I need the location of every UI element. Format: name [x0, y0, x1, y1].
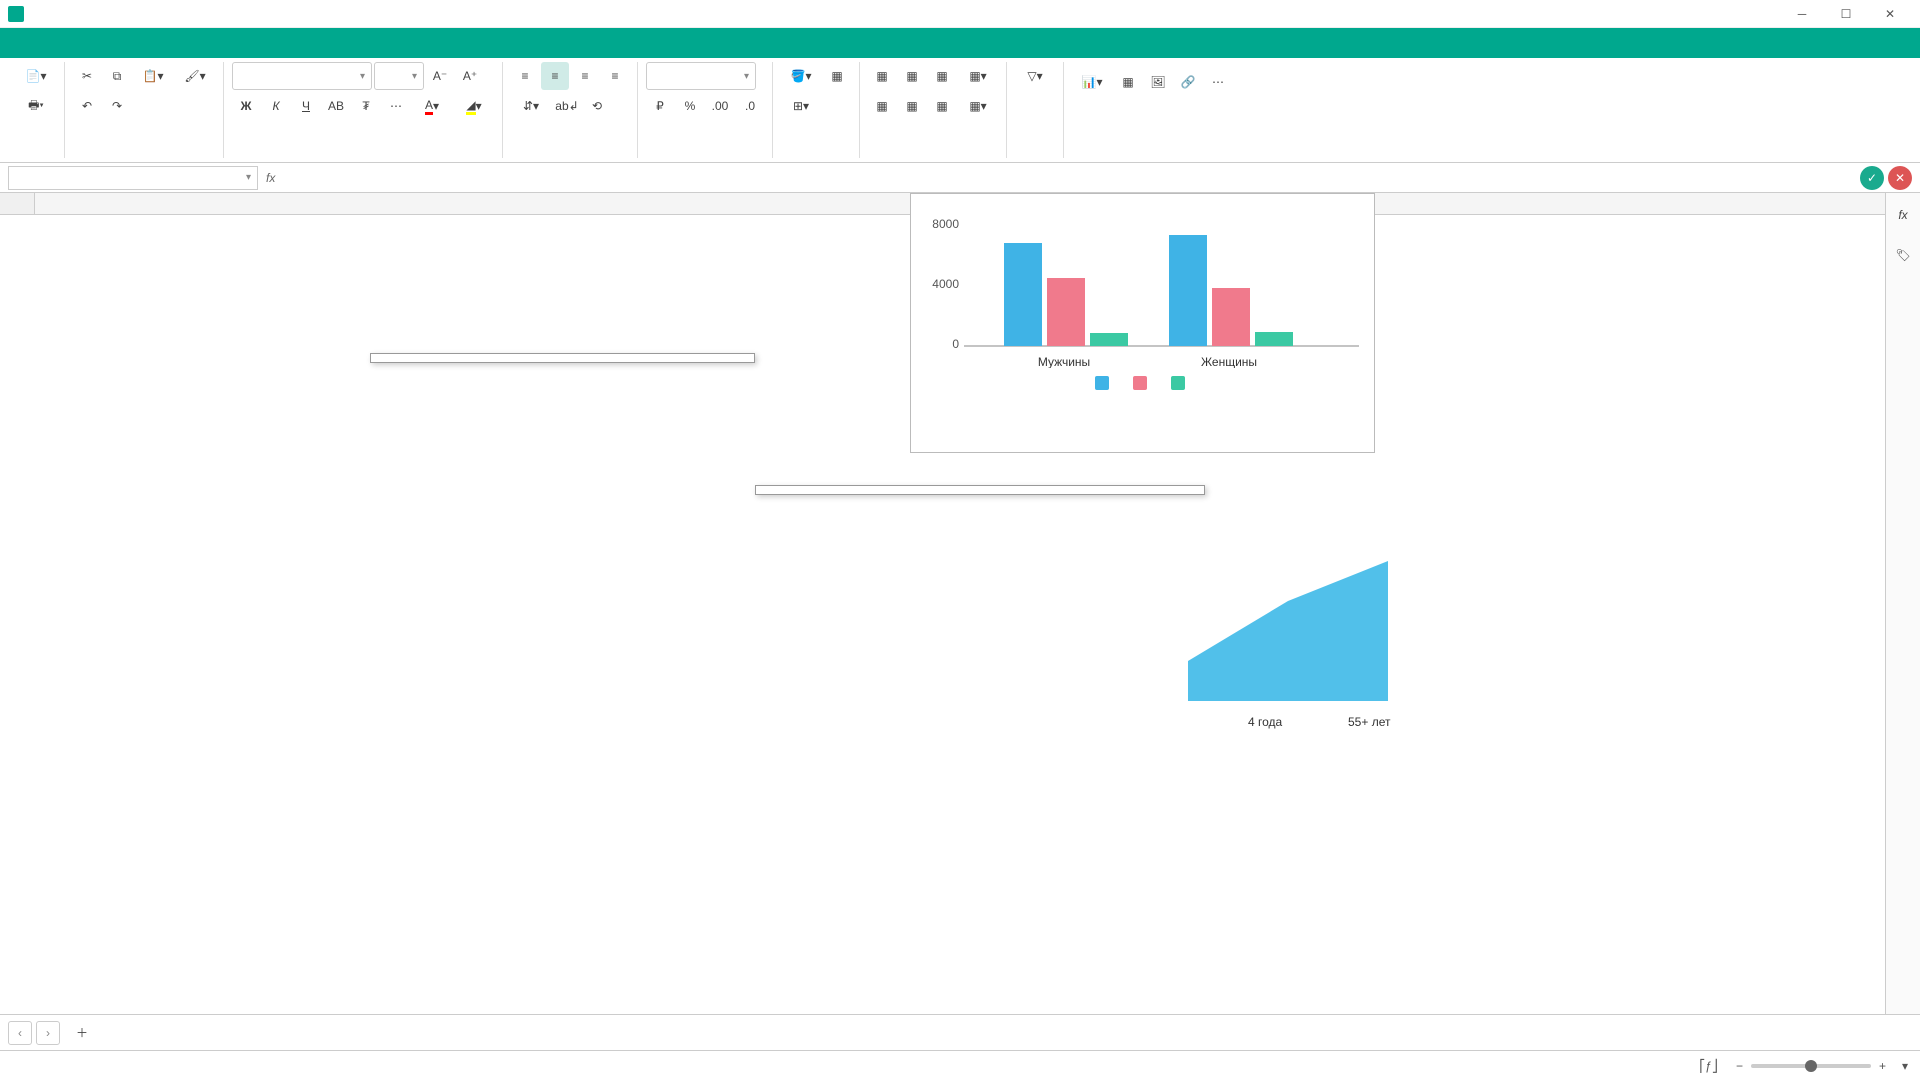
align-center-button[interactable]: ≡ [541, 62, 569, 90]
ungroup-button[interactable]: ▦ [928, 92, 956, 120]
app-icon [8, 6, 24, 22]
inc-decimal-button[interactable]: .00 [706, 92, 734, 120]
strikethrough-button[interactable]: АВ [322, 92, 350, 120]
pivot-button[interactable]: ▦ [1114, 62, 1142, 102]
spreadsheet-grid[interactable]: 8000 4000 0 Мужчины Женщины [0, 193, 1885, 1014]
add-sheet-button[interactable]: ＋ [68, 1019, 96, 1047]
status-bar: ⎡ƒ⎦ − + ▾ [0, 1050, 1920, 1080]
dec-decimal-button[interactable]: .0 [736, 92, 764, 120]
group-label-insert [1072, 156, 1232, 158]
rotate-text-button[interactable]: ⟲ [583, 92, 611, 120]
more-insert-button[interactable]: ⋯ [1204, 62, 1232, 102]
new-file-button[interactable]: 📄▾ [16, 62, 56, 90]
right-rail: fx 🏷 [1885, 193, 1920, 1014]
group-label-edit [73, 156, 215, 158]
rail-fx-icon[interactable]: fx [1889, 201, 1917, 229]
underline-button[interactable]: Ч [292, 92, 320, 120]
redo-button[interactable]: ↷ [103, 92, 131, 120]
font-more-button[interactable]: ⋯ [382, 92, 410, 120]
clipboard-submenu[interactable] [755, 485, 1205, 495]
format-painter-button[interactable]: 🖌▾ [175, 62, 215, 90]
borders-button[interactable]: ▦ [823, 62, 851, 90]
cut-button[interactable]: ✂ [73, 62, 101, 90]
more-font-button[interactable]: ₮ [352, 92, 380, 120]
filter-button[interactable]: ▽▾ [1015, 62, 1055, 90]
paste-button[interactable]: 📋▾ [133, 62, 173, 90]
more-table-button[interactable]: ▦▾ [958, 92, 998, 120]
ribbon: 📄▾ 🖶▾ ✂ ⧉ 📋▾ 🖌▾ ↶ ↷ [0, 58, 1920, 163]
maximize-button[interactable]: ☐ [1824, 0, 1868, 28]
zoom-out-button[interactable]: − [1736, 1059, 1743, 1073]
context-menu[interactable] [370, 353, 755, 363]
group-label-align [511, 156, 629, 158]
svg-text:55+ лет: 55+ лет [1348, 715, 1391, 729]
tab-next-button[interactable]: › [36, 1021, 60, 1045]
chart-button[interactable]: 📊▾ [1072, 62, 1112, 102]
align-right-button[interactable]: ≡ [571, 62, 599, 90]
link-button[interactable]: 🔗 [1174, 62, 1202, 102]
tab-prev-button[interactable]: ‹ [8, 1021, 32, 1045]
chart-smartphones[interactable]: 8000 4000 0 Мужчины Женщины [910, 193, 1375, 453]
wrap-text-button[interactable]: ab↲ [553, 92, 581, 120]
formula-bar: ▾ fx ✓ ✕ [0, 163, 1920, 193]
format-cells-button[interactable]: ▦ [928, 62, 956, 90]
font-color-button[interactable]: А▾ [412, 92, 452, 120]
bar-chart-svg: 8000 4000 0 Мужчины Женщины [919, 208, 1364, 368]
close-button[interactable]: ✕ [1868, 0, 1912, 28]
number-format-select[interactable]: ▾ [646, 62, 756, 90]
svg-text:0: 0 [952, 337, 959, 351]
percent-button[interactable]: % [676, 92, 704, 120]
group-label-font [232, 156, 494, 158]
freeze-button[interactable]: ▦ [868, 92, 896, 120]
font-family-select[interactable]: ▾ [232, 62, 372, 90]
valign-button[interactable]: ⇵▾ [511, 92, 551, 120]
titlebar: ─ ☐ ✕ [0, 0, 1920, 28]
zoom-slider[interactable] [1751, 1064, 1871, 1068]
table-button[interactable]: ▦▾ [958, 62, 998, 90]
italic-button[interactable]: К [262, 92, 290, 120]
merge-button[interactable]: ⊞▾ [781, 92, 821, 120]
align-justify-button[interactable]: ≡ [601, 62, 629, 90]
zoom-in-button[interactable]: + [1879, 1059, 1886, 1073]
svg-text:4000: 4000 [932, 277, 959, 291]
bold-button[interactable]: Ж [232, 92, 260, 120]
highlight-color-button[interactable]: ◢▾ [454, 92, 494, 120]
delete-cells-button[interactable]: ▦ [898, 62, 926, 90]
minimize-button[interactable]: ─ [1780, 0, 1824, 28]
zoom-control[interactable]: − + ▾ [1736, 1059, 1908, 1073]
insert-cells-button[interactable]: ▦ [868, 62, 896, 90]
group-label-empty [1015, 144, 1055, 158]
formula-accept-button[interactable]: ✓ [1860, 166, 1884, 190]
group-label-cells [781, 156, 851, 158]
align-left-button[interactable]: ≡ [511, 62, 539, 90]
menubar [0, 28, 1920, 58]
area-chart-svg: 4 года 55+ лет [1188, 531, 1398, 731]
group-label-number [646, 156, 764, 158]
cell-reference-input[interactable]: ▾ [8, 166, 258, 190]
copy-button[interactable]: ⧉ [103, 62, 131, 90]
sheet-tabs: ‹ › ＋ [0, 1014, 1920, 1050]
increase-font-button[interactable]: A⁺ [456, 62, 484, 90]
chart-legend [919, 376, 1366, 390]
svg-text:Мужчины: Мужчины [1038, 355, 1090, 368]
image-button[interactable]: 🖼 [1144, 62, 1172, 102]
function-icon[interactable]: ⎡ƒ⎦ [1699, 1059, 1718, 1073]
fill-color-button[interactable]: 🪣▾ [781, 62, 821, 90]
svg-text:4 года: 4 года [1248, 715, 1283, 729]
svg-text:8000: 8000 [932, 217, 959, 231]
fx-icon[interactable]: fx [266, 171, 275, 185]
print-button[interactable]: 🖶▾ [16, 92, 56, 120]
group-label-data [868, 156, 998, 158]
currency-button[interactable]: ₽ [646, 92, 674, 120]
formula-cancel-button[interactable]: ✕ [1888, 166, 1912, 190]
group-button[interactable]: ▦ [898, 92, 926, 120]
rail-tag-icon[interactable]: 🏷 [1889, 241, 1917, 269]
chart-apps[interactable]: 4 года 55+ лет [1180, 523, 1400, 823]
group-label-file [16, 156, 56, 158]
select-all-corner[interactable] [0, 193, 35, 214]
decrease-font-button[interactable]: A⁻ [426, 62, 454, 90]
font-size-select[interactable]: ▾ [374, 62, 424, 90]
svg-text:Женщины: Женщины [1201, 355, 1257, 368]
undo-button[interactable]: ↶ [73, 92, 101, 120]
